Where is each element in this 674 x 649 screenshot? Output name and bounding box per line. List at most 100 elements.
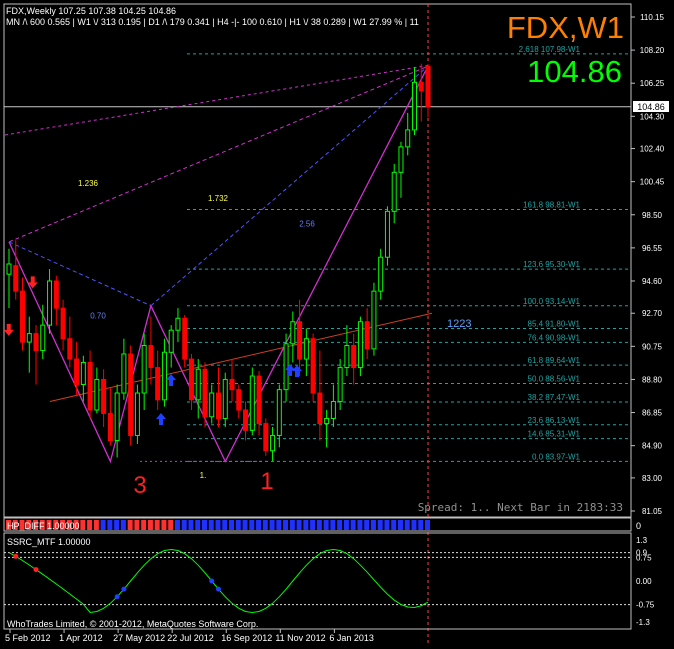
y-tick-label-1: 108.20 xyxy=(640,46,665,55)
candle-body-28 xyxy=(195,368,201,401)
ratio-label-1: 1.732 xyxy=(208,194,229,203)
candle-body-31 xyxy=(216,392,221,419)
candle-body-46 xyxy=(317,392,323,425)
hp-bar-58 xyxy=(397,520,403,530)
ssrc-tick-label-3: 0.00 xyxy=(636,577,652,586)
candle-body-59 xyxy=(405,129,411,148)
fib-label-5: 76.4 90.98-W1 xyxy=(528,333,581,342)
fib-label-8: 38.2 87.47-W1 xyxy=(528,393,581,402)
hp-bar-49 xyxy=(337,520,343,530)
ssrc-tick-label-4: -0.75 xyxy=(636,601,655,610)
hp-bar-24 xyxy=(168,520,174,530)
candle-body-20 xyxy=(141,344,147,394)
hp-bar-41 xyxy=(283,520,289,530)
hp-bar-42 xyxy=(289,520,295,530)
hp-bar-22 xyxy=(154,520,160,530)
candle-body-39 xyxy=(270,434,276,452)
hp-bar-43 xyxy=(296,520,302,530)
big-price: 104.86 xyxy=(527,54,622,89)
x-tick-label-1: 1 Apr 2012 xyxy=(59,633,103,643)
candle-body-51 xyxy=(351,344,357,369)
candle-body-17 xyxy=(121,353,127,394)
hp-diff-tick: 0 xyxy=(636,521,641,531)
header-symbol-line: FDX,Weekly 107.25 107.38 104.25 104.86 xyxy=(6,6,176,16)
candle-body-25 xyxy=(175,317,181,331)
hp-bar-59 xyxy=(404,520,410,530)
candle-body-42 xyxy=(290,321,296,345)
y-tick-label-9: 92.70 xyxy=(642,309,663,318)
candle-body-11 xyxy=(80,361,86,386)
y-tick-label-15: 81.05 xyxy=(642,507,663,516)
candle-body-44 xyxy=(303,338,309,360)
hp-bar-39 xyxy=(269,520,275,530)
hp-bar-33 xyxy=(229,520,235,530)
fib-label-10: 14.6 85.31-W1 xyxy=(528,430,581,439)
candle-body-35 xyxy=(243,409,249,431)
y-tick-label-12: 86.85 xyxy=(642,409,663,418)
candle-body-43 xyxy=(297,321,303,360)
ssrc-label: SSRC_MTF 1.00000 xyxy=(7,537,91,547)
candle-body-12 xyxy=(87,361,93,411)
hp-bar-21 xyxy=(147,520,153,530)
candle-body-10 xyxy=(74,358,80,386)
candle-body-37 xyxy=(256,375,262,425)
candle-body-61 xyxy=(418,81,424,92)
hp-bar-38 xyxy=(262,520,268,530)
hp-bar-40 xyxy=(276,520,282,530)
candle-body-56 xyxy=(384,210,390,258)
hp-bar-23 xyxy=(161,520,167,530)
ssrc-tick-label-2: 0.75 xyxy=(636,553,652,562)
y-tick-label-11: 88.80 xyxy=(642,375,663,384)
fib-label-4: 85.4 91.80-W1 xyxy=(528,320,581,329)
candle-body-7 xyxy=(53,280,59,309)
candle-body-50 xyxy=(344,344,350,369)
candle-body-26 xyxy=(182,317,188,360)
candle-body-45 xyxy=(310,338,316,394)
candle-body-33 xyxy=(229,378,235,391)
hp-bar-46 xyxy=(316,520,322,530)
candle-body-30 xyxy=(209,392,215,418)
candle-body-57 xyxy=(391,171,397,212)
ratio-label-4: 1. xyxy=(200,471,207,480)
fib-label-9: 23.6 86.13-W1 xyxy=(528,416,581,425)
hp-bar-11 xyxy=(80,520,86,530)
candle-body-23 xyxy=(161,351,167,401)
fib-label-7: 50.0 88.56-W1 xyxy=(528,375,581,384)
copyright-text: WhoTrades Limited, © 2001-2012, MetaQuot… xyxy=(7,619,258,629)
fib-label-3: 100.0 93.14-W1 xyxy=(523,297,580,306)
hp-bar-28 xyxy=(195,520,201,530)
candle-body-47 xyxy=(324,417,330,425)
candle-body-21 xyxy=(148,344,154,369)
y-tick-label-7: 96.55 xyxy=(642,244,663,253)
hp-bar-55 xyxy=(377,520,383,530)
wave-label-1: 1 xyxy=(260,468,273,495)
hp-bar-62 xyxy=(425,520,430,530)
hp-bar-47 xyxy=(323,520,329,530)
candle-body-54 xyxy=(371,290,377,350)
big-title: FDX,W1 xyxy=(507,10,624,45)
hp-bar-19 xyxy=(134,520,140,530)
candle-body-53 xyxy=(364,321,370,350)
y-tick-label-2: 106.25 xyxy=(640,79,665,88)
candle-body-9 xyxy=(67,338,73,360)
ssrc-marker-5 xyxy=(216,586,221,592)
fib-label-0: 2.618 107.98-W1 xyxy=(519,45,581,54)
hp-bar-52 xyxy=(357,520,363,530)
fib-label-1: 161.8 98.81-W1 xyxy=(523,201,580,210)
hp-bar-12 xyxy=(87,520,93,530)
candle-body-34 xyxy=(236,389,242,411)
ssrc-marker-0 xyxy=(13,553,19,559)
candle-body-32 xyxy=(222,378,228,419)
hp-bar-54 xyxy=(370,520,376,530)
hp-bar-34 xyxy=(235,520,241,530)
candle-body-40 xyxy=(276,389,282,436)
candle-body-3 xyxy=(26,333,32,343)
candle-body-18 xyxy=(128,353,134,436)
hp-bar-44 xyxy=(303,520,309,530)
hp-bar-17 xyxy=(120,520,126,530)
candle-body-0 xyxy=(6,263,12,275)
candle-body-58 xyxy=(398,146,404,173)
y-tick-label-6: 98.50 xyxy=(642,211,663,220)
x-tick-label-6: 6 Jan 2013 xyxy=(329,633,374,643)
x-tick-label-0: 5 Feb 2012 xyxy=(5,633,51,643)
